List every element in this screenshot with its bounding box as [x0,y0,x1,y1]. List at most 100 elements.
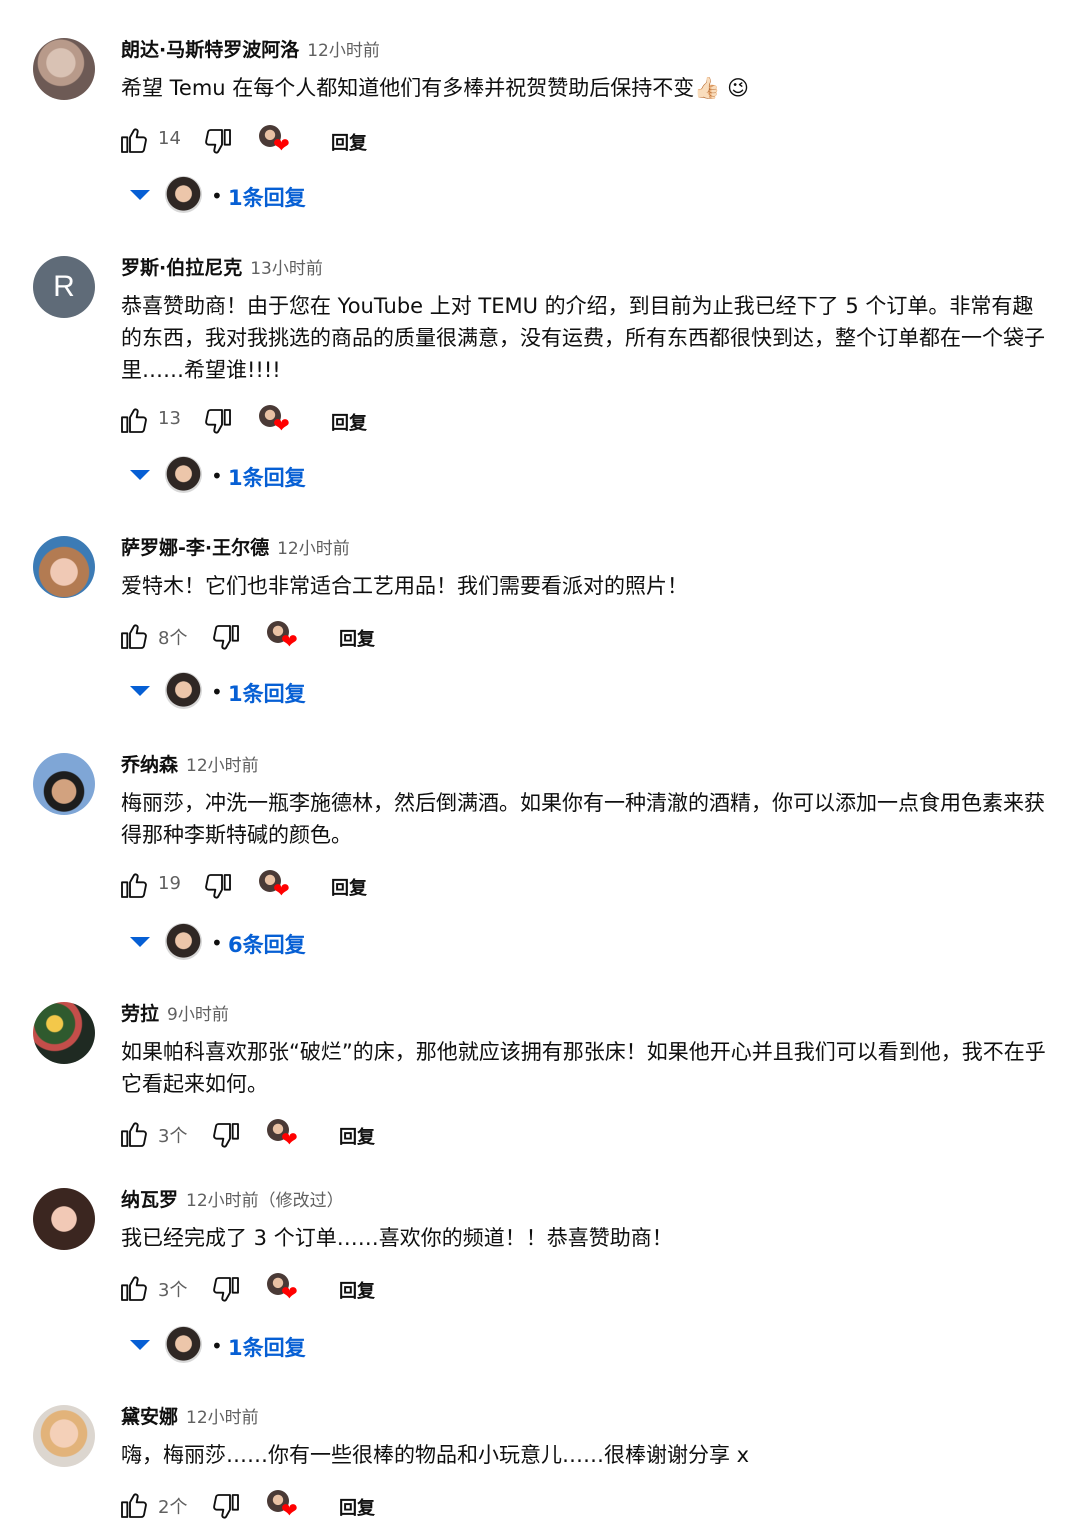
like-count: 19 [158,873,181,894]
dislike-icon[interactable] [210,622,242,654]
comment-header: 萨罗娜-李·王尔德 12小时前 [121,536,350,560]
creator-heart: ❤ [259,870,295,904]
heart-icon: ❤ [273,878,290,902]
comment-time[interactable]: 12小时前（修改过） [186,1191,344,1211]
separator-dot: • [211,1334,223,1358]
reply-button[interactable]: 回复 [339,1494,375,1520]
creator-heart: ❤ [267,1273,303,1307]
heart-icon: ❤ [281,629,298,653]
comment-author[interactable]: 萨罗娜-李·王尔德 [121,537,269,559]
view-replies-button[interactable]: • 1条回复 [130,672,430,712]
comment-author[interactable]: 乔纳森 [121,754,178,776]
like-count: 8个 [158,628,188,649]
reply-button[interactable]: 回复 [331,409,367,435]
view-replies-button[interactable]: • 1条回复 [130,176,430,216]
chevron-down-icon [130,937,150,947]
reply-button[interactable]: 回复 [339,1123,375,1149]
separator-dot: • [211,184,223,208]
comment-header: 黛安娜 12小时前 [121,1405,259,1429]
dislike-icon[interactable] [202,871,234,903]
dislike-icon[interactable] [210,1491,242,1523]
comment-author[interactable]: 劳拉 [121,1003,159,1025]
creator-avatar [165,176,202,213]
replies-count: 1条回复 [228,466,306,490]
separator-dot: • [211,464,223,488]
like-count: 13 [158,408,181,429]
dislike-icon[interactable] [210,1274,242,1306]
avatar[interactable] [33,1002,95,1064]
chevron-down-icon [130,686,150,696]
avatar[interactable] [33,1405,95,1467]
comment-header: 罗斯·伯拉尼克 13小时前 [121,256,323,280]
comment-text: 如果帕科喜欢那张“破烂”的床，那他就应该拥有那张床！如果他开心并且我们可以看到他… [121,1040,1046,1096]
like-icon[interactable] [118,1118,150,1150]
like-icon[interactable] [118,404,150,436]
like-icon[interactable] [118,124,150,156]
comment-actions: 19 ❤ 回复 [118,867,518,903]
reply-button[interactable]: 回复 [331,129,367,155]
comment-text: 梅丽莎，冲洗一瓶李施德林，然后倒满酒。如果你有一种清澈的酒精，你可以添加一点食用… [121,791,1045,847]
creator-heart: ❤ [267,1119,303,1153]
view-replies-button[interactable]: • 6条回复 [130,923,430,963]
view-replies-button[interactable]: • 1条回复 [130,1326,430,1366]
like-count: 3个 [158,1126,188,1147]
comment-time[interactable]: 9小时前 [167,1005,229,1025]
heart-icon: ❤ [281,1281,298,1305]
comment-time[interactable]: 12小时前 [307,41,380,61]
like-icon[interactable] [118,1272,150,1304]
creator-avatar [165,456,202,493]
comment-text: 嗨，梅丽莎……你有一些很棒的物品和小玩意儿……很棒谢谢分享 x [121,1443,750,1467]
avatar[interactable]: R [33,256,95,318]
avatar[interactable] [33,1188,95,1250]
chevron-down-icon [130,470,150,480]
comment-author[interactable]: 纳瓦罗 [121,1189,178,1211]
comment-header: 纳瓦罗 12小时前（修改过） [121,1188,344,1212]
replies-count: 1条回复 [228,186,306,210]
comment-author[interactable]: 朗达·马斯特罗波阿洛 [121,39,299,61]
dislike-icon[interactable] [210,1120,242,1152]
avatar[interactable] [33,536,95,598]
like-icon[interactable] [118,869,150,901]
dislike-icon[interactable] [202,406,234,438]
creator-heart: ❤ [267,621,303,655]
comment-text: 我已经完成了 3 个订单……喜欢你的频道！！恭喜赞助商！ [121,1226,673,1250]
comment-time[interactable]: 13小时前 [250,259,323,279]
like-icon[interactable] [118,1489,150,1521]
comment-header: 乔纳森 12小时前 [121,753,259,777]
creator-heart: ❤ [259,405,295,439]
heart-icon: ❤ [273,133,290,157]
comment-header: 劳拉 9小时前 [121,1002,229,1026]
replies-count: 6条回复 [228,933,306,957]
separator-dot: • [211,931,223,955]
reply-button[interactable]: 回复 [331,874,367,900]
separator-dot: • [211,680,223,704]
comment-time[interactable]: 12小时前 [186,756,259,776]
like-icon[interactable] [118,620,150,652]
like-count: 3个 [158,1280,188,1301]
view-replies-button[interactable]: • 1条回复 [130,456,430,496]
comment-actions: 13 ❤ 回复 [118,402,518,438]
emoji: 👍🏻 😉 [694,76,750,100]
comment-author[interactable]: 罗斯·伯拉尼克 [121,257,242,279]
dislike-icon[interactable] [202,126,234,158]
chevron-down-icon [130,1340,150,1350]
reply-button[interactable]: 回复 [339,1277,375,1303]
chevron-down-icon [130,190,150,200]
comment-time[interactable]: 12小时前 [186,1408,259,1428]
comment-author[interactable]: 黛安娜 [121,1406,178,1428]
comment-actions: 14 ❤ 回复 [118,122,518,158]
comment-actions: 3个 ❤ 回复 [118,1270,518,1306]
comment-time[interactable]: 12小时前 [277,539,350,559]
reply-button[interactable]: 回复 [339,625,375,651]
creator-avatar [165,1326,202,1363]
creator-heart: ❤ [259,125,295,159]
avatar[interactable] [33,38,95,100]
comment-actions: 2个 ❤ 回复 [118,1487,518,1523]
avatar[interactable] [33,753,95,815]
comment-text: 希望 Temu 在每个人都知道他们有多棒并祝贺赞助后保持不变👍🏻 😉 [121,72,1051,104]
heart-icon: ❤ [273,413,290,437]
heart-icon: ❤ [281,1498,298,1522]
replies-count: 1条回复 [228,682,306,706]
comment-text: 恭喜赞助商！由于您在 YouTube 上对 TEMU 的介绍，到目前为止我已经下… [121,294,1045,382]
comment-actions: 3个 ❤ 回复 [118,1116,518,1152]
